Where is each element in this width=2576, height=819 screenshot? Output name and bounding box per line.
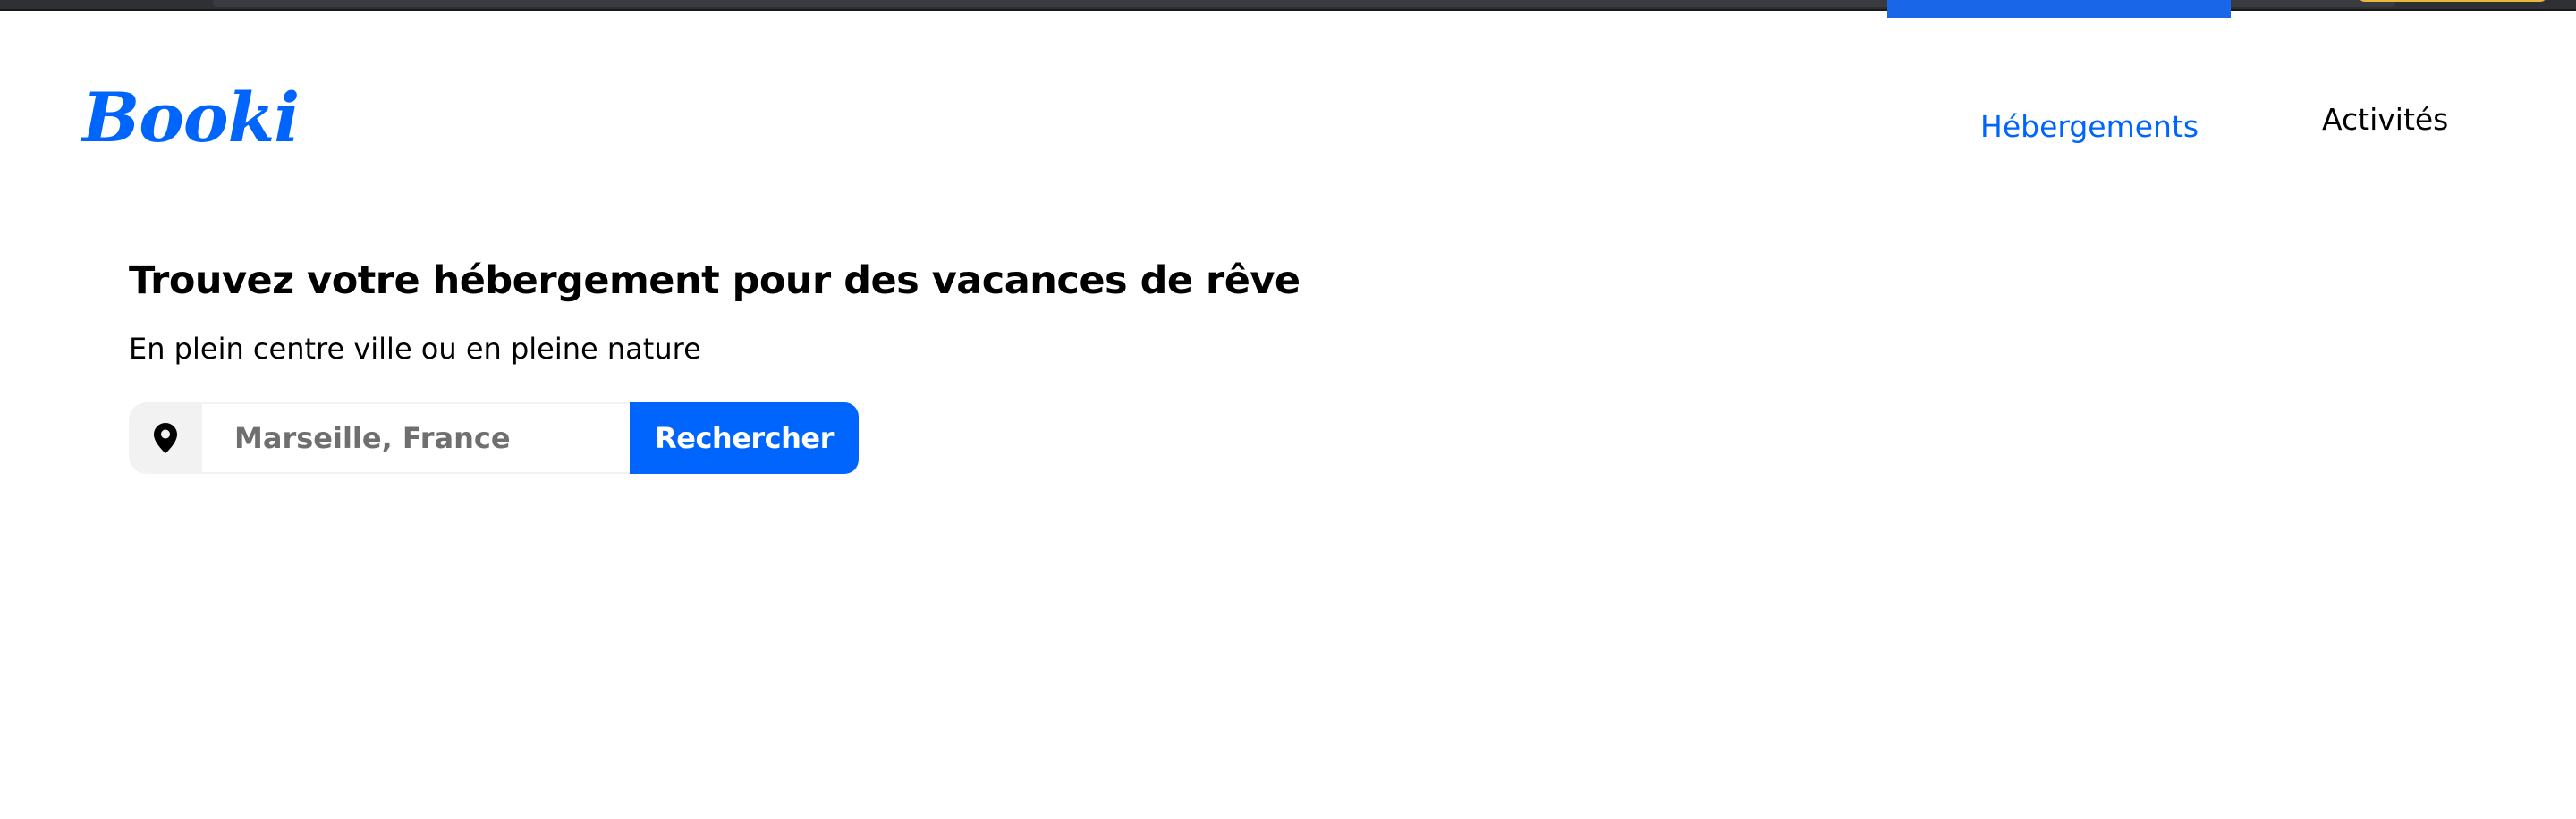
page-title: Trouvez votre hébergement pour des vacan… [129,258,1301,303]
search-input[interactable] [202,402,630,474]
search-button[interactable]: Rechercher [630,402,859,474]
booki-logo[interactable]: Booki [82,84,300,152]
page-subtitle: En plein centre ville ou en pleine natur… [129,332,701,366]
location-pin-icon [129,402,202,474]
nav-link-hebergements[interactable]: Hébergements [1980,112,2199,141]
page: Booki Hébergements Activités Trouvez vot… [0,0,2576,819]
search-form: Rechercher [129,402,859,474]
nav-link-activites[interactable]: Activités [2322,105,2448,134]
top-accent-bar [1887,0,2231,18]
top-pill-fragment [2358,0,2547,2]
